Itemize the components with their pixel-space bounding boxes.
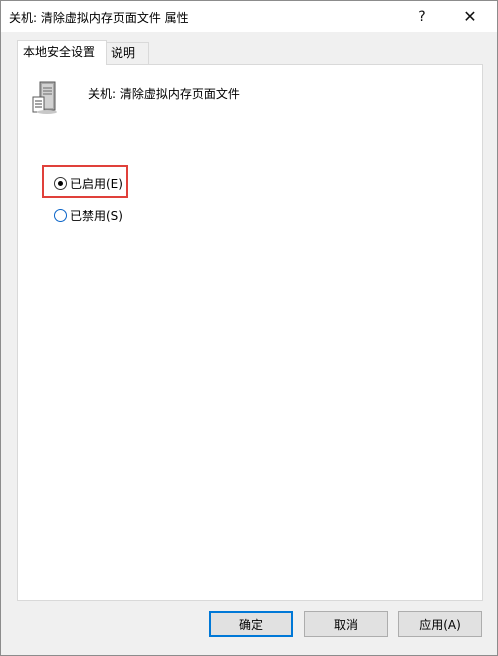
radio-enabled[interactable]: 已启用(E) [54,175,123,192]
policy-title: 关机: 清除虚拟内存页面文件 [88,87,240,101]
tab-panel: 关机: 清除虚拟内存页面文件 已启用(E) 已禁用(S) [17,64,483,601]
radio-enabled-label: 已启用(E) [70,177,123,191]
radio-enabled-indicator[interactable] [54,177,67,190]
properties-dialog: 关机: 清除虚拟内存页面文件 属性 ? ✕ 本地安全设置 说明 关机: 清除虚拟… [0,0,498,656]
help-icon: ? [418,8,426,25]
tab-strip: 本地安全设置 说明 [17,40,487,65]
help-button[interactable]: ? [399,1,445,32]
close-icon: ✕ [463,7,477,26]
ok-button[interactable]: 确定 [209,611,293,637]
radio-disabled[interactable]: 已禁用(S) [54,207,123,224]
cancel-button[interactable]: 取消 [304,611,388,637]
server-policy-icon [32,81,57,114]
tab-explain[interactable]: 说明 [105,42,149,64]
title-bar: 关机: 清除虚拟内存页面文件 属性 ? ✕ [1,1,497,32]
tab-local-security-setting[interactable]: 本地安全设置 [17,40,107,65]
apply-button[interactable]: 应用(A) [398,611,482,637]
dialog-title: 关机: 清除虚拟内存页面文件 属性 [9,11,189,25]
close-button[interactable]: ✕ [447,1,493,32]
radio-disabled-indicator[interactable] [54,209,67,222]
radio-disabled-label: 已禁用(S) [70,209,123,223]
